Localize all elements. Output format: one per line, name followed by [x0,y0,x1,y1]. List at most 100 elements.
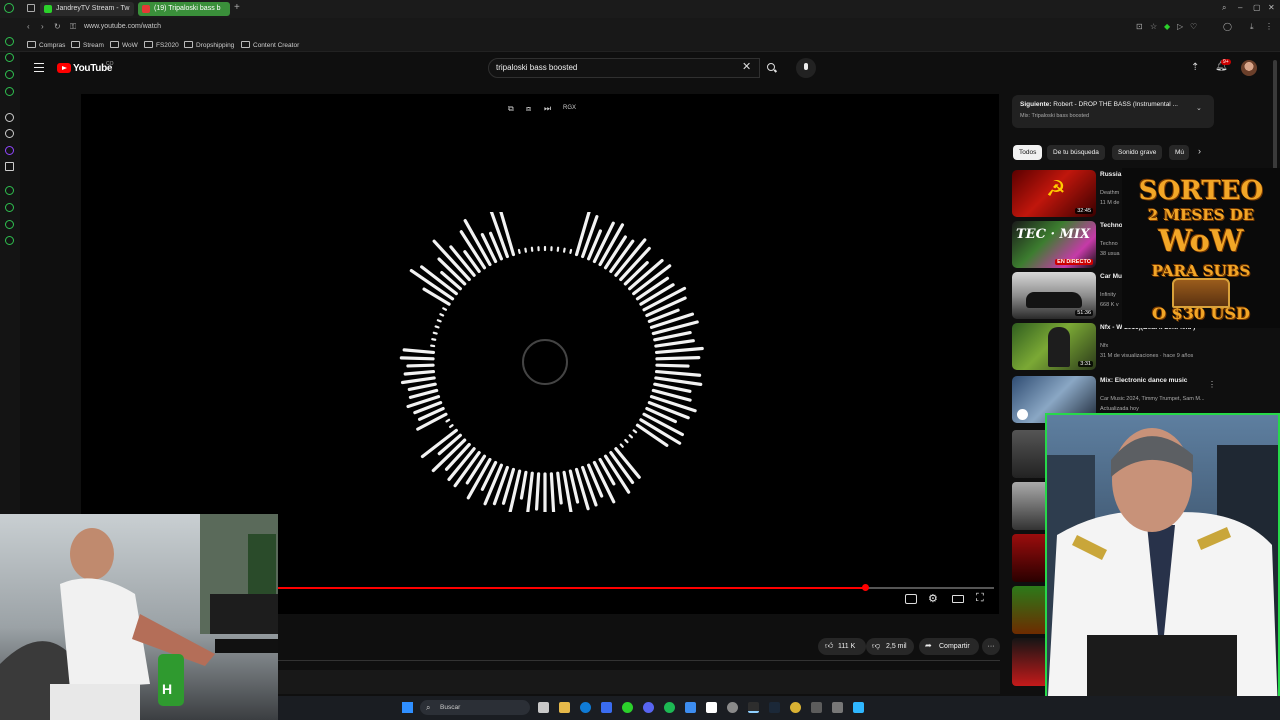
miniplayer-icon[interactable]: ⧉ [508,104,514,114]
bookmark-folder-stream[interactable]: Stream [71,41,104,49]
app-icon[interactable] [790,702,801,713]
sidebar-app-icon[interactable] [5,87,14,96]
video-title[interactable]: Mix: Electronic dance music [1100,376,1218,385]
spotify-icon[interactable] [664,702,675,713]
bookmark-folder-content-creator[interactable]: Content Creator [241,41,299,49]
chevron-right-icon[interactable]: › [1198,146,1201,156]
menu-dots-icon[interactable]: ⋮ [1265,22,1273,31]
video-thumbnail[interactable]: 51:36 [1012,272,1096,319]
subtitles-icon[interactable] [905,594,917,604]
shield-icon[interactable]: ◆ [1164,22,1170,31]
video-thumbnail[interactable] [1012,430,1046,478]
app-icon[interactable] [727,702,738,713]
sidebar-app-icon[interactable] [5,37,14,46]
taskbar-search-label: Buscar [440,704,461,711]
theater-mode-icon[interactable] [952,595,964,603]
steam-icon[interactable] [769,702,780,713]
sidebar-app-icon[interactable] [5,113,14,122]
bookmark-folder-wow[interactable]: WoW [110,41,138,49]
upload-icon[interactable]: ⇡ [1191,62,1199,73]
app-icon[interactable] [685,702,696,713]
chip-sonido-grave[interactable]: Sonido grave [1112,145,1163,160]
download-icon[interactable]: ⤓ [1250,22,1254,32]
up-next-card[interactable] [1012,95,1214,128]
minimize-icon[interactable]: – [1238,3,1242,12]
extension-badge[interactable]: RGX [563,105,576,111]
twitch-icon[interactable] [5,146,14,155]
youtube-logo-icon[interactable] [57,63,71,73]
url-field[interactable]: www.youtube.com/watch [84,23,161,30]
discord-icon[interactable] [643,702,654,713]
sidebar-app-icon[interactable] [5,70,14,79]
video-thumbnail[interactable] [1012,482,1046,530]
fullscreen-icon[interactable]: ⛶ [976,592,984,605]
forward-icon[interactable]: › [41,22,44,31]
video-thumbnail[interactable]: ☭ 32:45 [1012,170,1096,217]
video-thumbnail[interactable]: 3:31 [1012,323,1096,370]
menu-icon[interactable] [34,63,44,72]
description-box[interactable] [278,670,1000,694]
back-icon[interactable]: ‹ [27,22,30,31]
video-thumbnail[interactable]: TEC · MIX EN DIRECTO [1012,221,1096,268]
reload-icon[interactable]: ↻ [54,22,61,31]
extension-icon[interactable]: ⊡ [1136,22,1143,31]
browser-icon[interactable] [622,702,633,713]
close-icon[interactable]: ✕ [1268,3,1275,12]
more-options-icon[interactable]: ⋮ [1208,380,1216,389]
app-icon[interactable] [832,702,843,713]
next-video-icon[interactable]: ⏭ [544,104,551,114]
sidebar-app-icon[interactable] [5,186,14,195]
tab-youtube[interactable]: (19) Tripaloski bass b [138,2,230,16]
chip-musica[interactable]: Mú [1169,145,1189,160]
bookmark-folder-fs2020[interactable]: FS2020 [144,41,179,49]
new-tab-button[interactable]: + [234,2,240,13]
site-info-icon[interactable]: ⚿ [70,22,76,32]
clock-icon[interactable] [5,203,14,212]
avatar[interactable] [1241,60,1257,76]
voice-search-icon[interactable] [796,58,816,78]
search-input-value[interactable]: tripaloski bass boosted [496,63,577,72]
app-icon[interactable] [853,702,864,713]
video-channel[interactable]: Nfx [1100,343,1218,349]
app-icon[interactable] [811,702,822,713]
windows-start-icon[interactable] [402,702,413,713]
app-icon[interactable] [748,702,759,713]
obs-icon[interactable] [706,702,717,713]
video-thumbnail[interactable] [1012,586,1046,634]
cast-icon[interactable]: ⧈ [526,104,531,114]
task-view-icon[interactable] [538,702,549,713]
search-icon[interactable]: ⌕ [1222,3,1226,13]
file-explorer-icon[interactable] [559,702,570,713]
taskbar-search[interactable]: Buscar [420,700,530,715]
search-icon[interactable] [767,63,775,71]
clear-search-icon[interactable]: ✕ [742,60,751,73]
video-thumbnail[interactable] [1012,638,1046,686]
more-actions-button[interactable]: ··· [982,638,1000,655]
tab-list-icon[interactable] [27,4,35,12]
sidebar-app-icon[interactable] [5,53,14,62]
app-icon[interactable] [601,702,612,713]
bookmark-icon[interactable]: ☆ [1150,22,1157,31]
chip-todos[interactable]: Todos [1013,145,1043,160]
settings-icon[interactable] [5,236,14,245]
sidebar-app-icon[interactable] [5,220,14,229]
heart-icon[interactable]: ♡ [1190,22,1197,31]
play-icon[interactable]: ▷ [1177,22,1183,31]
list-item[interactable]: 3:31 Nfx - W 2016)(Beat x LeftField ) Nf… [1012,323,1272,373]
tab-jandreytv[interactable]: JandreyTV Stream - Tw [40,2,134,16]
video-channel[interactable]: Car Music 2024, Timmy Trumpet, Sam M... [1100,396,1218,402]
video-thumbnail[interactable] [1012,534,1046,582]
settings-icon[interactable]: ⚙︎ [928,592,938,605]
chevron-down-icon[interactable]: ⌄ [1196,104,1202,112]
chat-icon[interactable]: ◯ [1223,22,1232,31]
scrollbar[interactable] [1273,60,1277,170]
browser-logo-icon[interactable] [4,3,14,13]
bookmark-folder-dropshipping[interactable]: Dropshipping [184,41,234,49]
edge-icon[interactable] [580,702,591,713]
sidebar-app-icon[interactable] [5,129,14,138]
maximize-icon[interactable]: ▢ [1253,3,1261,12]
x-icon[interactable] [5,162,14,171]
chip-de-tu-busqueda[interactable]: De tu búsqueda [1047,145,1105,160]
bookmark-folder-compras[interactable]: Compras [27,41,65,49]
up-next-title[interactable]: Siguiente: Robert - DROP THE BASS (Instr… [1020,101,1190,108]
